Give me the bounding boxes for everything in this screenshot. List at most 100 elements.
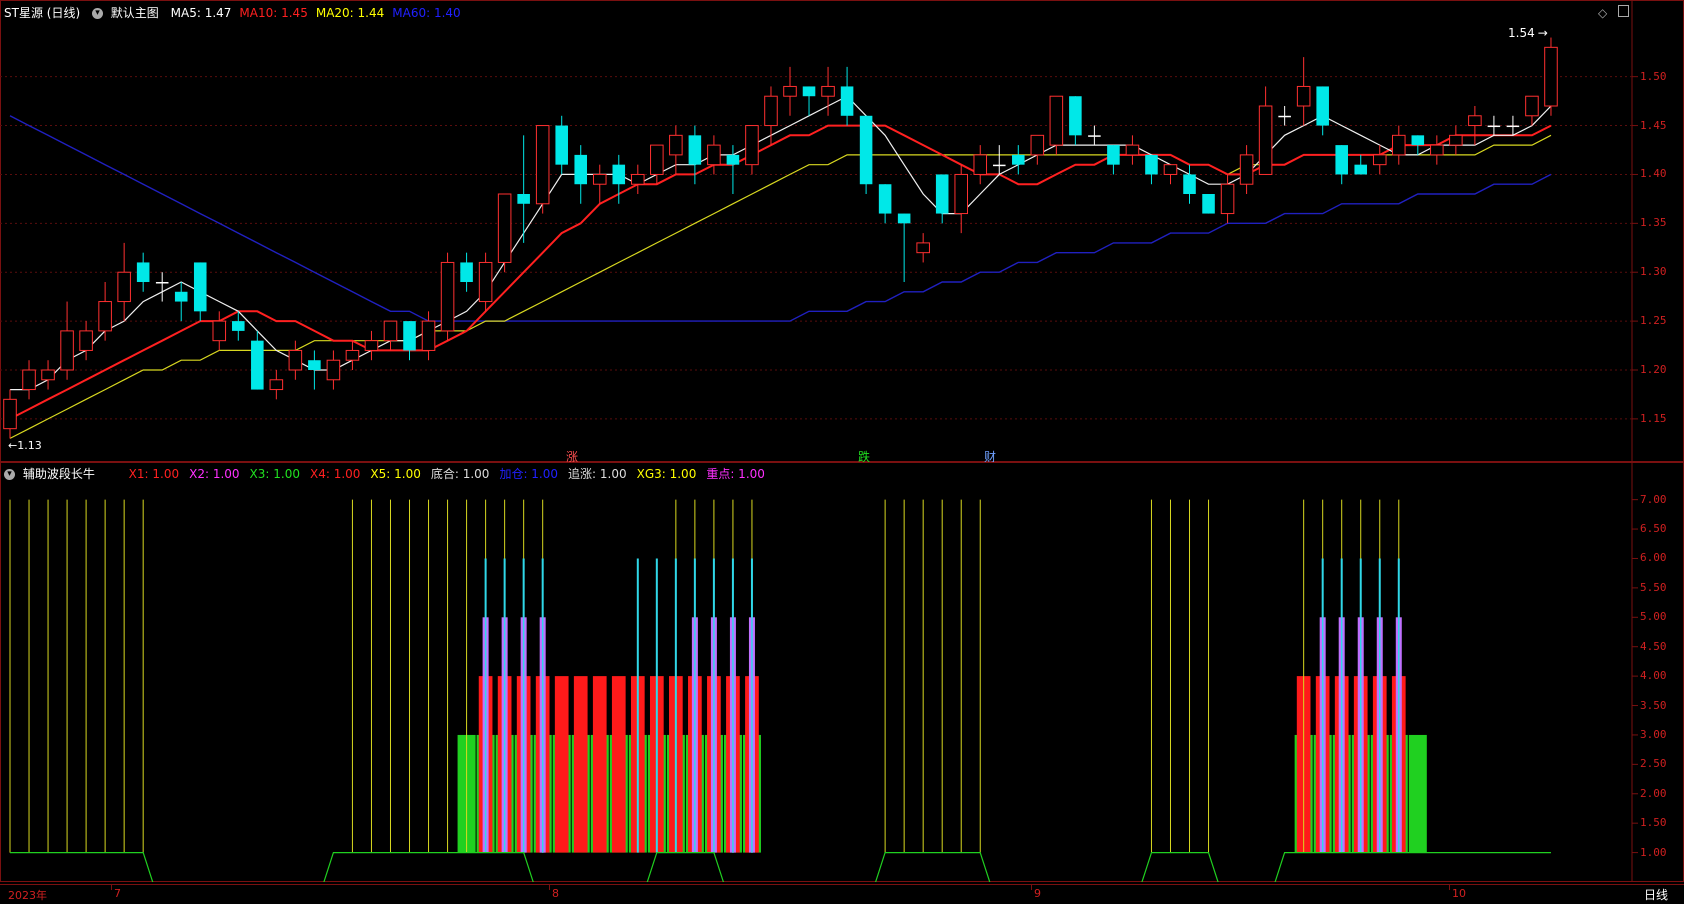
candle-body	[1335, 145, 1348, 175]
candle-body	[726, 154, 740, 165]
candle-body	[1411, 135, 1425, 146]
price-axis-label: 1.40	[1640, 167, 1667, 181]
candle-body	[840, 86, 854, 116]
indicator-axis-label: 1.00	[1640, 845, 1667, 859]
price-chart[interactable]	[0, 0, 1684, 462]
candle-body	[193, 262, 207, 312]
candle-body	[117, 271, 131, 303]
month-label: 7	[114, 887, 121, 900]
candle-body	[1449, 134, 1463, 146]
candle-body	[345, 349, 360, 361]
price-axis-label: 1.15	[1640, 411, 1667, 425]
candle-body	[212, 320, 227, 342]
candle-body	[1392, 134, 1406, 156]
candle-body	[440, 261, 455, 332]
candle-body	[897, 213, 911, 224]
candle-body	[574, 154, 588, 185]
indicator-axis-label: 6.00	[1640, 551, 1667, 565]
step-line	[10, 852, 1551, 882]
high-price-mark: 1.54 →	[1508, 26, 1548, 40]
candle-body	[288, 349, 303, 371]
month-label: 9	[1034, 887, 1041, 900]
candle-body	[1107, 145, 1120, 165]
month-label: 10	[1452, 887, 1466, 900]
candle-body	[1354, 164, 1368, 175]
candle-body	[1239, 154, 1254, 185]
price-axis-label: 1.30	[1640, 265, 1667, 279]
candle-body	[1125, 144, 1140, 156]
candle-body	[460, 262, 473, 282]
candle-body	[1258, 105, 1273, 175]
candle-body	[764, 95, 778, 127]
candle-body	[98, 301, 112, 332]
candle-body	[497, 193, 512, 263]
candle-body	[3, 398, 17, 430]
candle-body	[1145, 154, 1158, 175]
candle-body	[22, 369, 36, 391]
candle-body	[1506, 125, 1520, 128]
candle-body	[783, 85, 797, 97]
candle-body	[1468, 115, 1482, 127]
candle-body	[631, 173, 645, 185]
candle-body	[478, 261, 493, 303]
candle-body	[251, 340, 264, 390]
indicator-axis-label: 5.50	[1640, 580, 1667, 594]
indicator-axis-label: 1.50	[1640, 816, 1667, 830]
candle-body	[535, 125, 550, 205]
indicator-frame	[0, 462, 1684, 882]
indicator-axis-label: 4.00	[1640, 669, 1667, 683]
candle-body	[1430, 144, 1444, 156]
low-price-mark: ←1.13	[8, 439, 42, 452]
candle-body	[1544, 46, 1558, 107]
candle-body	[1012, 154, 1025, 165]
candle-body	[383, 320, 398, 342]
indicator-axis-label: 3.50	[1640, 698, 1667, 712]
candle-body	[41, 369, 55, 381]
candle-body	[1202, 194, 1215, 214]
indicator-axis-label: 6.50	[1640, 522, 1667, 536]
red-bar	[554, 676, 569, 853]
year-label: 2023年	[8, 889, 47, 902]
indicator-axis-label: 7.00	[1640, 492, 1667, 506]
candle-body	[669, 134, 683, 156]
candle-body	[1525, 95, 1539, 117]
candle-body	[364, 340, 379, 351]
candle-body	[1163, 164, 1178, 175]
month-tick	[111, 884, 112, 890]
price-axis-label: 1.35	[1640, 216, 1667, 230]
indicator-axis-label: 2.50	[1640, 757, 1667, 771]
candle-body	[232, 321, 245, 331]
candle-body	[403, 321, 416, 351]
indicator-axis-label: 2.00	[1640, 786, 1667, 800]
candle-body	[1372, 154, 1387, 166]
candle-body	[745, 125, 759, 166]
candle-body	[802, 86, 816, 97]
indicator-axis-label: 3.00	[1640, 727, 1667, 741]
indicator-axis-label: 5.00	[1640, 610, 1667, 624]
candle-body	[79, 330, 93, 351]
candle-body	[326, 359, 341, 381]
candle-body	[707, 144, 721, 166]
month-label: 8	[552, 887, 559, 900]
candle-body	[650, 144, 664, 175]
green-bar	[1408, 734, 1427, 853]
month-tick	[549, 884, 550, 890]
candle-body	[1278, 115, 1291, 118]
ma60-line	[9, 115, 1552, 322]
candle-body	[1316, 86, 1329, 126]
candle-body	[916, 242, 930, 254]
indicator-chart[interactable]	[0, 462, 1684, 882]
candle-body	[878, 184, 892, 214]
candle-body	[1487, 125, 1501, 128]
month-tick	[1449, 884, 1450, 890]
month-tick	[1031, 884, 1032, 890]
price-axis-label: 1.25	[1640, 314, 1667, 328]
candle-body	[308, 360, 321, 370]
period-label[interactable]: 日线	[1644, 886, 1668, 903]
red-bar	[611, 676, 626, 853]
candle-body	[60, 330, 74, 371]
price-axis-label: 1.45	[1640, 118, 1667, 132]
candle-body	[992, 164, 1006, 167]
candle-body	[517, 194, 530, 204]
candle-body	[174, 291, 188, 302]
